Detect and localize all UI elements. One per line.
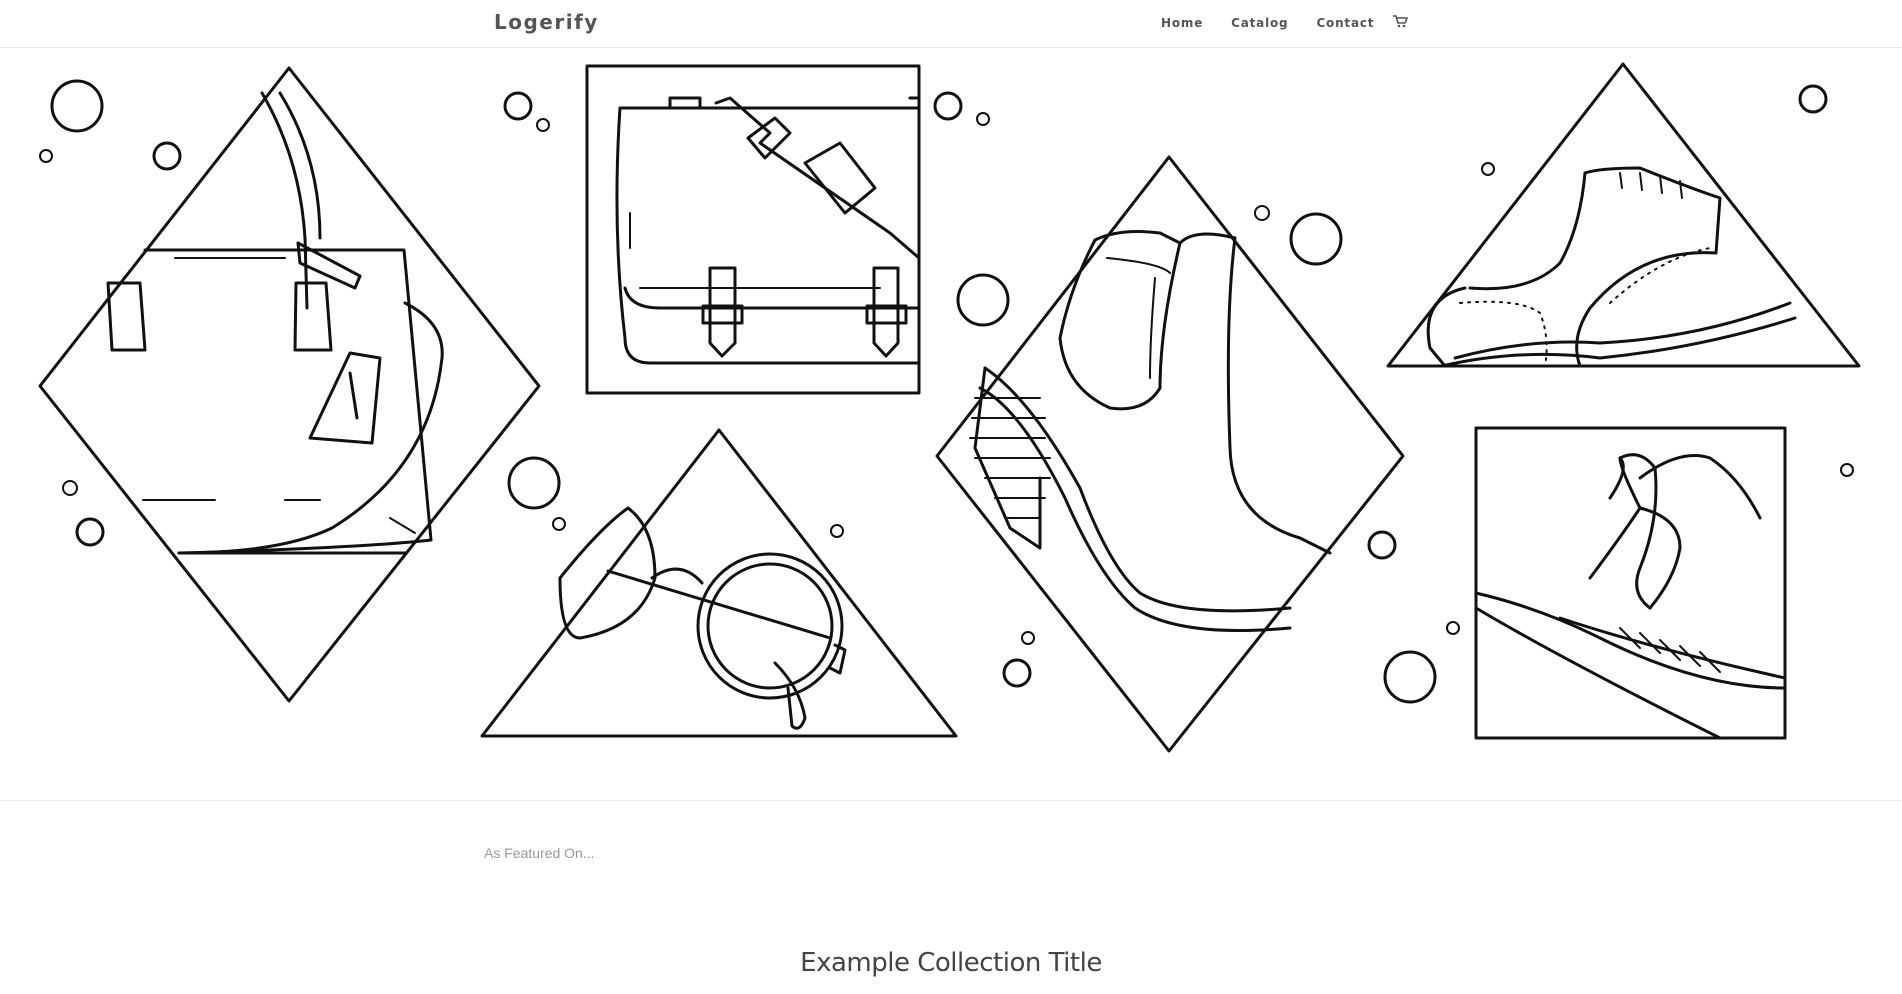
glasses-illustration[interactable]	[480, 428, 958, 738]
cart-icon[interactable]	[1392, 14, 1409, 28]
collection-title: Example Collection Title	[800, 948, 1102, 978]
boot-illustration[interactable]	[935, 155, 1405, 753]
nav-catalog[interactable]: Catalog	[1231, 16, 1288, 30]
hero-illustration	[38, 62, 1861, 753]
main-nav: Home Catalog Contact	[1161, 14, 1409, 30]
site-header: Logerify Home Catalog Contact	[0, 0, 1902, 48]
nav-home[interactable]: Home	[1161, 16, 1203, 30]
feather-hat-illustration[interactable]	[1474, 426, 1787, 740]
featured-on-label: As Featured On...	[484, 845, 595, 861]
nav-contact[interactable]: Contact	[1316, 16, 1374, 30]
site-logo[interactable]: Logerify	[494, 10, 599, 34]
section-divider	[0, 800, 1902, 801]
hero-banner	[0, 48, 1902, 800]
handbag-illustration[interactable]	[38, 66, 541, 703]
brogue-shoe-illustration[interactable]	[1386, 62, 1861, 368]
messenger-bag-illustration[interactable]	[585, 64, 921, 395]
